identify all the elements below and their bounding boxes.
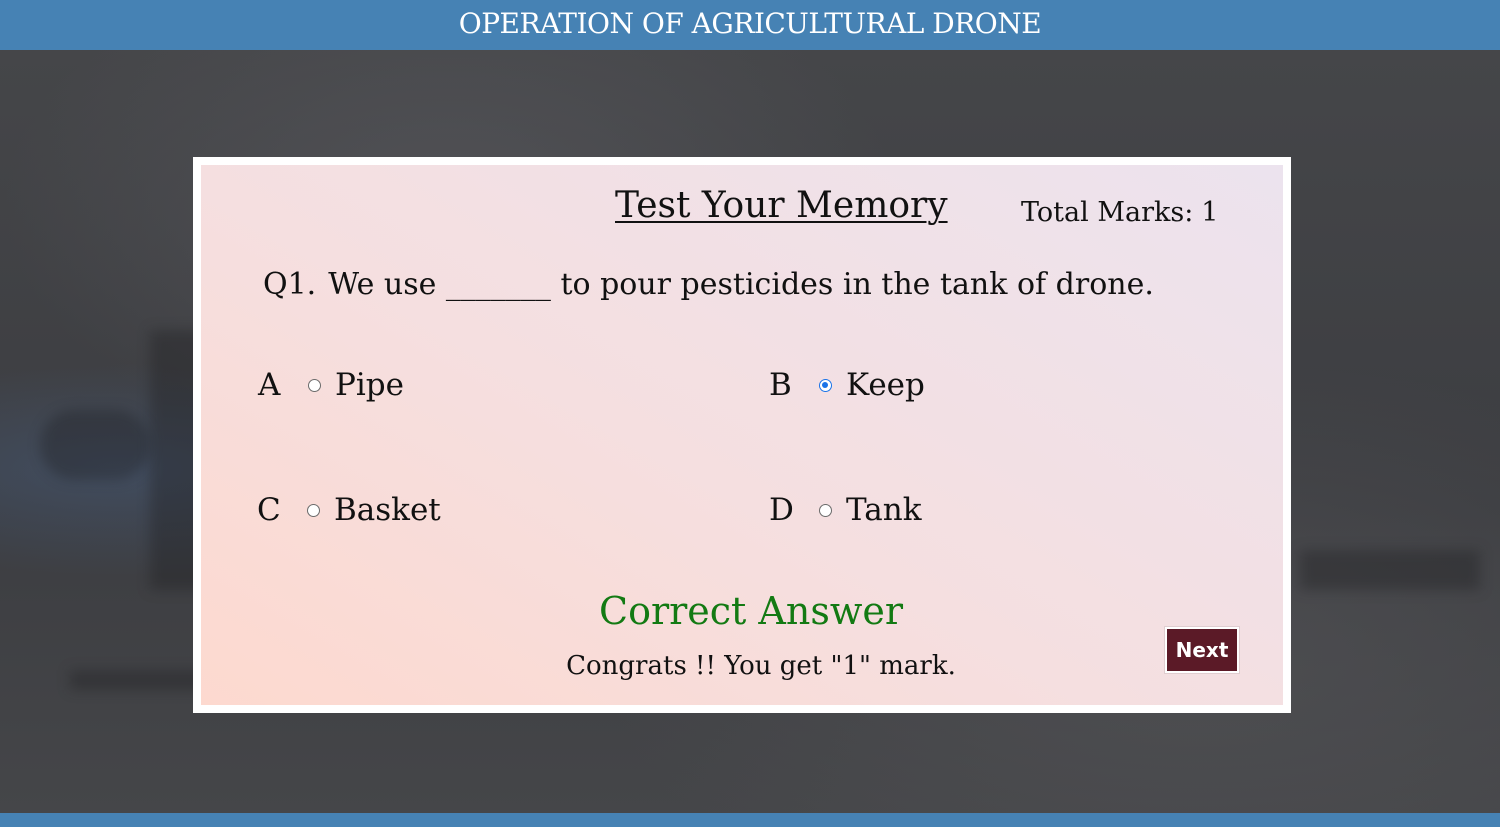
footer-bar (0, 813, 1500, 827)
option-b[interactable]: B Keep (769, 367, 925, 403)
option-d-label: Tank (846, 492, 922, 528)
option-d-radio[interactable] (819, 503, 832, 517)
option-d-letter: D (769, 492, 794, 528)
total-marks-value: 1 (1201, 197, 1219, 228)
quiz-modal: Test Your Memory Total Marks: 1 Q1. We use… (193, 157, 1291, 713)
question-body: We use _______ to pour pesticides in the… (328, 267, 1154, 302)
option-b-label: Keep (846, 367, 925, 403)
option-a[interactable]: A Pipe (258, 367, 404, 403)
option-d[interactable]: D Tank (769, 492, 922, 528)
feedback-message: Congrats !! You get "1" mark. (566, 651, 956, 681)
option-c-label: Basket (334, 492, 441, 528)
option-a-radio[interactable] (308, 378, 321, 392)
option-c[interactable]: C Basket (257, 492, 441, 528)
feedback-title: Correct Answer (599, 589, 903, 633)
option-b-radio[interactable] (819, 378, 832, 392)
question-number: Q1. (263, 267, 317, 302)
option-b-letter: B (769, 367, 792, 403)
quiz-title: Test Your Memory (615, 185, 948, 226)
app-title: OPERATION OF AGRICULTURAL DRONE (458, 7, 1042, 40)
next-button[interactable]: Next (1165, 627, 1239, 673)
question-text: Q1. We use _______ to pour pesticides in … (263, 267, 1154, 302)
option-c-radio[interactable] (307, 503, 320, 517)
total-marks: Total Marks: 1 (1021, 197, 1218, 228)
total-marks-label: Total Marks: (1021, 197, 1194, 228)
option-a-letter: A (258, 367, 281, 403)
app-header: OPERATION OF AGRICULTURAL DRONE (0, 0, 1500, 50)
option-c-letter: C (257, 492, 281, 528)
option-a-label: Pipe (335, 367, 404, 403)
quiz-panel: Test Your Memory Total Marks: 1 Q1. We use… (201, 165, 1283, 705)
